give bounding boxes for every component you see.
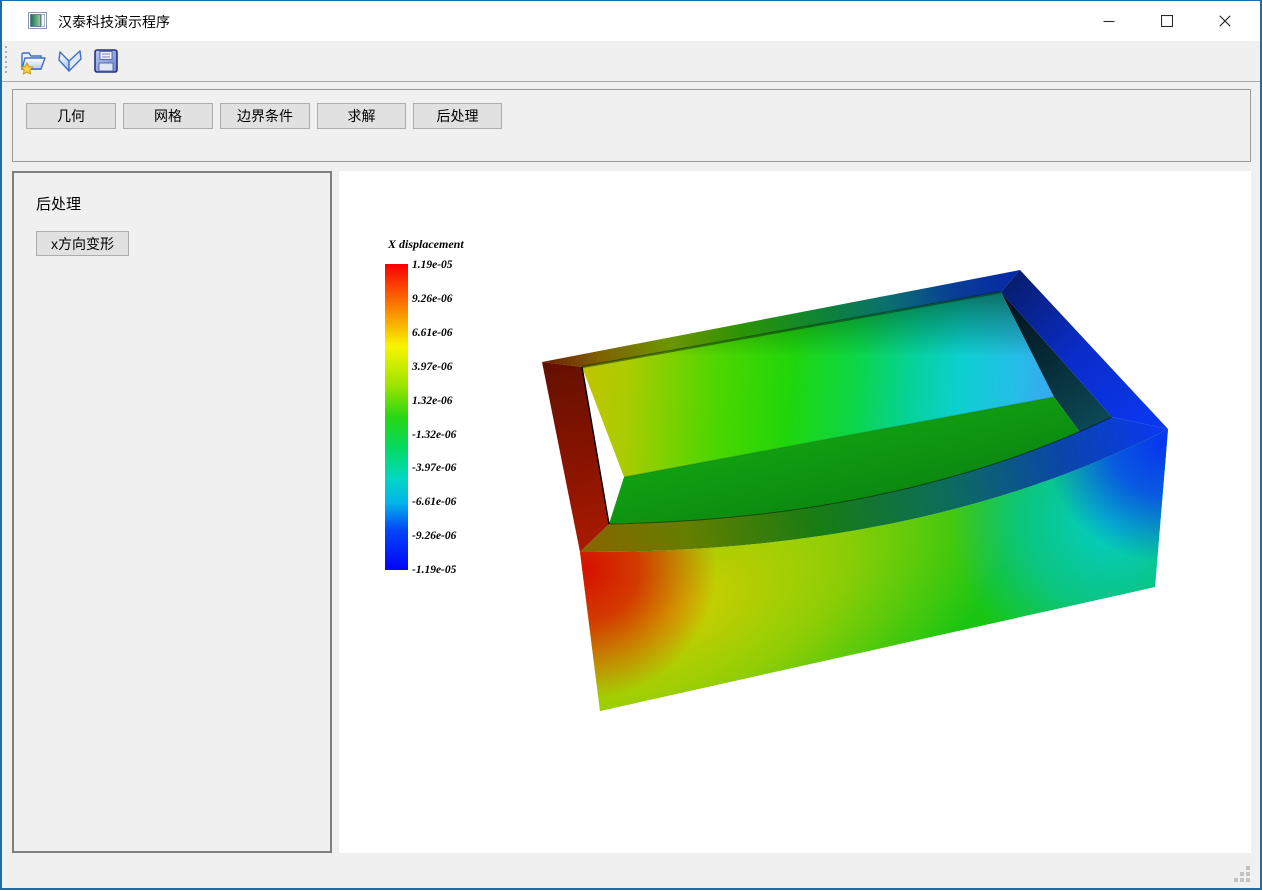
open-project-icon bbox=[19, 47, 49, 75]
save-icon bbox=[93, 48, 119, 74]
colorbar-tick: 1.19e-05 bbox=[412, 259, 453, 271]
colorbar-tick: 9.26e-06 bbox=[412, 293, 453, 305]
toolbar bbox=[2, 41, 1260, 82]
panel-title: 后处理 bbox=[36, 193, 81, 214]
minimize-icon bbox=[1103, 15, 1115, 27]
render-viewport[interactable]: X displacement 1.19e-05 9.26e-06 6.61e-0… bbox=[339, 171, 1251, 853]
postprocess-panel: 后处理 x方向变形 bbox=[12, 171, 332, 853]
colorbar-title: X displacement bbox=[387, 237, 464, 251]
colorbar-tick: -9.26e-06 bbox=[412, 530, 457, 542]
minimize-button[interactable] bbox=[1086, 1, 1132, 41]
open-model-button[interactable] bbox=[52, 44, 88, 78]
colorbar-tick: -6.61e-06 bbox=[412, 496, 457, 508]
toolbar-handle[interactable] bbox=[4, 46, 9, 76]
window-title: 汉泰科技演示程序 bbox=[58, 12, 170, 32]
colorbar-tick: -3.97e-06 bbox=[412, 462, 457, 474]
x-displacement-button[interactable]: x方向变形 bbox=[36, 231, 129, 256]
maximize-button[interactable] bbox=[1144, 1, 1190, 41]
save-button[interactable] bbox=[88, 44, 124, 78]
colorbar-tick: 6.61e-06 bbox=[412, 327, 453, 339]
tab-postprocess-button[interactable]: 后处理 bbox=[413, 103, 502, 129]
open-project-button[interactable] bbox=[16, 44, 52, 78]
colorbar-gradient bbox=[385, 264, 408, 570]
colorbar-tick: 1.32e-06 bbox=[412, 395, 453, 407]
open-model-icon bbox=[55, 47, 85, 75]
fem-scene: X displacement 1.19e-05 9.26e-06 6.61e-0… bbox=[339, 171, 1251, 853]
tab-solve-button[interactable]: 求解 bbox=[317, 103, 406, 129]
resize-grip[interactable] bbox=[1234, 866, 1250, 882]
fem-model bbox=[542, 270, 1168, 711]
maximize-icon bbox=[1161, 15, 1173, 27]
title-bar[interactable]: 汉泰科技演示程序 bbox=[2, 1, 1260, 41]
status-bar bbox=[2, 854, 1260, 888]
tab-geometry-button[interactable]: 几何 bbox=[26, 103, 116, 129]
tab-mesh-button[interactable]: 网格 bbox=[123, 103, 213, 129]
colorbar-tick: -1.32e-06 bbox=[412, 429, 457, 441]
app-window: 汉泰科技演示程序 bbox=[0, 0, 1262, 890]
tab-boundary-button[interactable]: 边界条件 bbox=[220, 103, 310, 129]
colorbar-tick: 3.97e-06 bbox=[411, 361, 453, 373]
colorbar: X displacement 1.19e-05 9.26e-06 6.61e-0… bbox=[385, 237, 464, 576]
close-icon bbox=[1219, 15, 1231, 27]
colorbar-tick: -1.19e-05 bbox=[412, 564, 457, 576]
close-button[interactable] bbox=[1202, 1, 1248, 41]
stage-buttons-groupbox: 几何 网格 边界条件 求解 后处理 bbox=[12, 89, 1251, 162]
app-icon bbox=[28, 12, 47, 29]
